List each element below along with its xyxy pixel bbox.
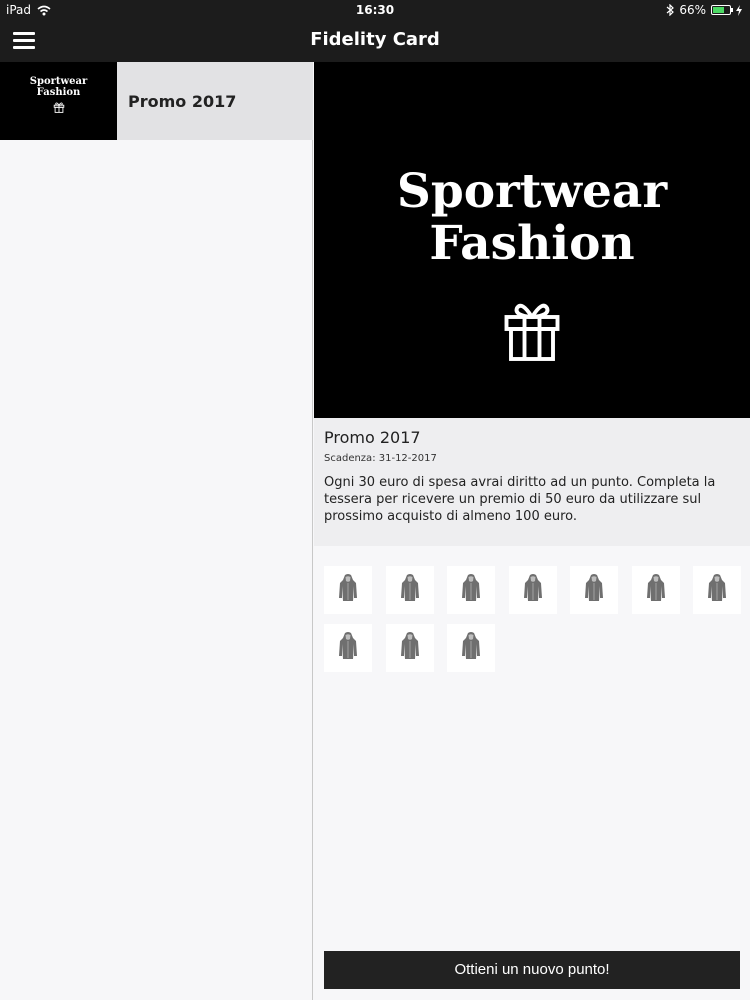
hoodie-icon <box>461 632 481 664</box>
promo-hero-image: Sportwear Fashion <box>314 62 750 418</box>
promo-thumbnail: Sportwear Fashion <box>0 62 117 140</box>
charging-icon <box>736 4 742 16</box>
stamp-slot <box>693 566 741 614</box>
stamp-slot <box>447 624 495 672</box>
stamp-slot <box>570 566 618 614</box>
hoodie-icon <box>707 574 727 606</box>
list-item-promo[interactable]: Sportwear Fashion Promo 2017 <box>0 62 313 140</box>
stamp-slot <box>385 624 434 672</box>
battery-icon <box>711 5 733 15</box>
stamp-slot <box>508 566 557 614</box>
hoodie-icon <box>338 632 358 664</box>
gift-icon <box>504 303 560 361</box>
list-item-label: Promo 2017 <box>128 92 237 111</box>
battery-percentage: 66% <box>679 3 706 17</box>
expiry-date: Scadenza: 31-12-2017 <box>324 453 437 464</box>
stamp-slot <box>324 624 372 672</box>
hoodie-icon <box>523 574 543 606</box>
hoodie-icon <box>338 574 358 606</box>
status-bar: iPad 16:30 66% <box>0 0 750 20</box>
stamp-slot <box>631 566 680 614</box>
hoodie-icon <box>400 632 420 664</box>
promo-info: Promo 2017 Scadenza: 31-12-2017 Ogni 30 … <box>314 418 750 546</box>
hoodie-icon <box>584 574 604 606</box>
thumbnail-brand-line2: Fashion <box>36 87 81 98</box>
thumbnail-brand-line1: Sportwear <box>29 76 88 87</box>
page-title: Fidelity Card <box>310 29 440 50</box>
bluetooth-icon <box>666 4 675 16</box>
stamp-slot <box>447 566 495 614</box>
navigation-bar: Fidelity Card <box>0 20 750 62</box>
hero-brand-line1: Sportwear <box>396 164 668 219</box>
hoodie-icon <box>461 574 481 606</box>
hero-brand-line2: Fashion <box>429 216 635 271</box>
hoodie-icon <box>646 574 666 606</box>
stamp-slot <box>385 566 434 614</box>
gift-icon <box>53 102 64 113</box>
promo-description: Ogni 30 euro di spesa avrai diritto ad u… <box>324 475 716 524</box>
promo-list: Sportwear Fashion Promo 2017 <box>0 62 313 1000</box>
get-new-point-button[interactable]: Ottieni un nuovo punto! <box>324 951 740 989</box>
promo-title: Promo 2017 <box>324 428 421 447</box>
stamp-slot <box>324 566 372 614</box>
battery-level <box>713 7 724 13</box>
hoodie-icon <box>400 574 420 606</box>
clock: 16:30 <box>355 3 395 17</box>
stamp-grid <box>314 546 750 946</box>
